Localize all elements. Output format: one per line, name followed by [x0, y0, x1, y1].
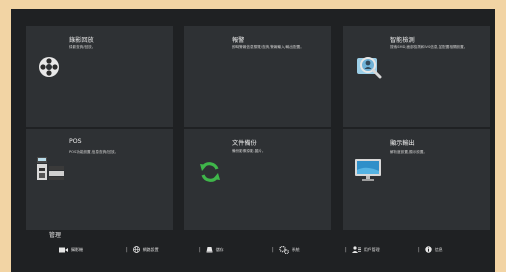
tile-pos-desc: POS功能設置,信息查詢/回放。 — [69, 150, 119, 154]
storage-icon — [206, 246, 213, 254]
management-title: 管理 — [49, 232, 62, 239]
tile-display-output[interactable]: 顯示輸出 解析度設置,顯示設置。 — [343, 129, 490, 230]
nav-network-label: 網路設置 — [142, 247, 159, 252]
nav-separator: | — [345, 247, 347, 253]
tile-file-backup-desc: 備份影像錄影,圖片。 — [232, 149, 266, 153]
camera-icon — [59, 247, 68, 254]
nav-separator: | — [418, 247, 420, 253]
nav-info[interactable]: | 信息 — [418, 246, 443, 254]
nav-separator: | — [272, 247, 274, 253]
nav-storage-label: 儲存 — [215, 247, 224, 252]
tile-alarm-title: 報警 — [232, 37, 245, 44]
nav-network[interactable]: | 網路設置 — [126, 246, 159, 254]
nav-separator: | — [199, 247, 201, 253]
nav-separator: | — [126, 247, 128, 253]
tile-pos-title: POS — [69, 138, 82, 145]
tile-alarm-desc: 即時警報信息預覽/查詢,警報輸入/輸出配置。 — [232, 45, 304, 49]
film-reel-icon — [39, 57, 59, 77]
tile-playback-desc: 錄影查詢/回放。 — [69, 45, 96, 49]
nav-user-management-label: 用戶管理 — [363, 247, 380, 252]
nav-user-management[interactable]: | 用戶管理 — [345, 246, 380, 254]
sync-arrows-icon — [200, 162, 220, 182]
tile-file-backup[interactable]: 文件備份 備份影像錄影,圖片。 — [184, 129, 331, 230]
nav-storage[interactable]: | 儲存 — [199, 246, 224, 254]
tile-playback[interactable]: 錄影回放 錄影查詢/回放。 — [26, 26, 173, 127]
tile-pos[interactable]: POS POS功能設置,信息查詢/回放。 — [26, 129, 173, 230]
tile-file-backup-title: 文件備份 — [232, 140, 257, 147]
tile-alarm[interactable]: 報警 即時警報信息預覽/查詢,警報輸入/輸出配置。 — [184, 26, 331, 127]
tile-playback-title: 錄影回放 — [69, 37, 94, 44]
nav-camera-label: 攝影機 — [71, 247, 83, 252]
users-icon — [351, 246, 361, 254]
tile-display-output-desc: 解析度設置,顯示設置。 — [390, 150, 428, 154]
nav-system-label: 系統 — [291, 247, 300, 252]
monitor-icon — [355, 159, 381, 181]
tile-display-output-title: 顯示輸出 — [390, 140, 415, 147]
nav-system[interactable]: | 系統 — [272, 245, 300, 255]
pos-terminal-icon — [37, 157, 64, 180]
nav-camera[interactable]: 攝影機 — [59, 246, 83, 254]
gears-icon — [278, 245, 289, 255]
nav-info-label: 信息 — [434, 247, 443, 252]
globe-icon — [132, 246, 140, 254]
tile-smart-detection-title: 智能檢測 — [390, 37, 415, 44]
tile-smart-detection-desc: 搜索SMD,面部檢測和IVS信息,並配置相關設置。 — [390, 45, 468, 49]
tile-smart-detection[interactable]: 智能檢測 搜索SMD,面部檢測和IVS信息,並配置相關設置。 — [343, 26, 490, 127]
magnifier-person-icon — [357, 57, 382, 79]
info-icon — [424, 246, 432, 254]
